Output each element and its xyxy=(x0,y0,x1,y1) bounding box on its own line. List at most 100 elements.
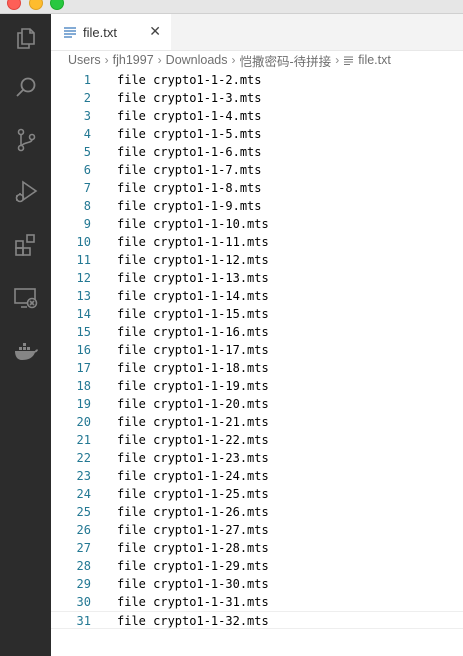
code-line[interactable]: 30 file crypto1-1-31.mts xyxy=(51,593,463,611)
code-line[interactable]: 15 file crypto1-1-16.mts xyxy=(51,323,463,341)
code-editor[interactable]: 1 file crypto1-1-2.mts 2 file crypto1-1-3.m… xyxy=(51,70,463,656)
line-text[interactable]: file crypto1-1-10.mts xyxy=(117,215,269,233)
line-number: 6 xyxy=(83,163,91,177)
line-number: 17 xyxy=(76,361,91,375)
line-text[interactable]: file crypto1-1-31.mts xyxy=(117,593,269,611)
breadcrumb-item-folder[interactable]: 恺撒密码-待拼接 xyxy=(240,51,332,70)
breadcrumb-item-users[interactable]: Users xyxy=(68,53,101,67)
line-number: 19 xyxy=(76,397,91,411)
code-line[interactable]: 16 file crypto1-1-17.mts xyxy=(51,341,463,359)
code-line[interactable]: 12 file crypto1-1-13.mts xyxy=(51,269,463,287)
tab-label: file.txt xyxy=(83,24,117,40)
line-text[interactable]: file crypto1-1-24.mts xyxy=(117,467,269,485)
line-text[interactable]: file crypto1-1-4.mts xyxy=(117,107,262,125)
line-text[interactable]: file crypto1-1-12.mts xyxy=(117,251,269,269)
code-line[interactable]: 29 file crypto1-1-30.mts xyxy=(51,575,463,593)
line-text[interactable]: file crypto1-1-30.mts xyxy=(117,575,269,593)
line-text[interactable]: file crypto1-1-7.mts xyxy=(117,161,262,179)
code-line[interactable]: 27 file crypto1-1-28.mts xyxy=(51,539,463,557)
window-minimize-button[interactable] xyxy=(29,0,43,10)
line-number: 11 xyxy=(76,253,91,267)
line-number: 28 xyxy=(76,559,91,573)
code-line[interactable]: 3 file crypto1-1-4.mts xyxy=(51,107,463,125)
line-text[interactable]: file crypto1-1-8.mts xyxy=(117,179,262,197)
tab-close-icon[interactable]: ✕ xyxy=(149,24,161,38)
code-line[interactable]: 25 file crypto1-1-26.mts xyxy=(51,503,463,521)
code-line[interactable]: 24 file crypto1-1-25.mts xyxy=(51,485,463,503)
line-number: 29 xyxy=(76,577,91,591)
line-text[interactable]: file crypto1-1-16.mts xyxy=(117,323,269,341)
line-text[interactable]: file crypto1-1-23.mts xyxy=(117,449,269,467)
code-line[interactable]: 5 file crypto1-1-6.mts xyxy=(51,143,463,161)
line-text[interactable]: file crypto1-1-20.mts xyxy=(117,395,269,413)
line-number: 22 xyxy=(76,451,91,465)
breadcrumb-item-user[interactable]: fjh1997 xyxy=(113,53,154,67)
line-number: 8 xyxy=(83,199,91,213)
code-line[interactable]: 4 file crypto1-1-5.mts xyxy=(51,125,463,143)
line-number: 18 xyxy=(76,379,91,393)
code-line[interactable]: 20 file crypto1-1-21.mts xyxy=(51,413,463,431)
line-text[interactable]: file crypto1-1-27.mts xyxy=(117,521,269,539)
breadcrumb-item-file[interactable]: file.txt xyxy=(358,53,391,67)
line-text[interactable]: file crypto1-1-18.mts xyxy=(117,359,269,377)
run-debug-icon[interactable] xyxy=(13,179,39,205)
code-line[interactable]: 28 file crypto1-1-29.mts xyxy=(51,557,463,575)
breadcrumb-item-downloads[interactable]: Downloads xyxy=(166,53,228,67)
window-close-button[interactable] xyxy=(7,0,21,10)
code-line[interactable]: 13 file crypto1-1-14.mts xyxy=(51,287,463,305)
line-text[interactable]: file crypto1-1-32.mts xyxy=(117,612,269,630)
line-text[interactable]: file crypto1-1-21.mts xyxy=(117,413,269,431)
line-text[interactable]: file crypto1-1-28.mts xyxy=(117,539,269,557)
code-line[interactable]: 9 file crypto1-1-10.mts xyxy=(51,215,463,233)
code-line[interactable]: 21 file crypto1-1-22.mts xyxy=(51,431,463,449)
docker-icon[interactable] xyxy=(13,339,39,365)
code-line[interactable]: 17 file crypto1-1-18.mts xyxy=(51,359,463,377)
code-line[interactable]: 31 file crypto1-1-32.mts xyxy=(51,611,463,629)
line-text[interactable]: file crypto1-1-3.mts xyxy=(117,89,262,107)
line-text[interactable]: file crypto1-1-6.mts xyxy=(117,143,262,161)
code-line[interactable]: 1 file crypto1-1-2.mts xyxy=(51,71,463,89)
code-line[interactable]: 2 file crypto1-1-3.mts xyxy=(51,89,463,107)
line-text[interactable]: file crypto1-1-17.mts xyxy=(117,341,269,359)
code-line[interactable]: 8 file crypto1-1-9.mts xyxy=(51,197,463,215)
code-line[interactable]: 22 file crypto1-1-23.mts xyxy=(51,449,463,467)
line-text[interactable]: file crypto1-1-9.mts xyxy=(117,197,262,215)
line-number: 20 xyxy=(76,415,91,429)
line-text[interactable]: file crypto1-1-22.mts xyxy=(117,431,269,449)
code-line[interactable]: 19 file crypto1-1-20.mts xyxy=(51,395,463,413)
code-line[interactable]: 7 file crypto1-1-8.mts xyxy=(51,179,463,197)
tab-file-txt[interactable]: file.txt ✕ xyxy=(51,14,171,50)
line-text[interactable]: file crypto1-1-14.mts xyxy=(117,287,269,305)
line-text[interactable]: file crypto1-1-13.mts xyxy=(117,269,269,287)
code-line[interactable]: 10 file crypto1-1-11.mts xyxy=(51,233,463,251)
line-number: 14 xyxy=(76,307,91,321)
line-text[interactable]: file crypto1-1-2.mts xyxy=(117,71,262,89)
window-maximize-button[interactable] xyxy=(50,0,64,10)
code-line[interactable]: 18 file crypto1-1-19.mts xyxy=(51,377,463,395)
line-text[interactable]: file crypto1-1-25.mts xyxy=(117,485,269,503)
code-line[interactable]: 14 file crypto1-1-15.mts xyxy=(51,305,463,323)
remote-explorer-icon[interactable] xyxy=(13,285,39,311)
line-number: 24 xyxy=(76,487,91,501)
code-line[interactable]: 11 file crypto1-1-12.mts xyxy=(51,251,463,269)
breadcrumb-separator: › xyxy=(231,53,236,67)
line-number: 30 xyxy=(76,595,91,609)
line-text[interactable]: file crypto1-1-26.mts xyxy=(117,503,269,521)
code-line[interactable]: 26 file crypto1-1-27.mts xyxy=(51,521,463,539)
code-line[interactable]: 6 file crypto1-1-7.mts xyxy=(51,161,463,179)
breadcrumb-separator: › xyxy=(157,53,162,67)
line-text[interactable]: file crypto1-1-5.mts xyxy=(117,125,262,143)
line-text[interactable]: file crypto1-1-15.mts xyxy=(117,305,269,323)
code-line[interactable]: 23 file crypto1-1-24.mts xyxy=(51,467,463,485)
extensions-icon[interactable] xyxy=(13,232,39,258)
source-control-icon[interactable] xyxy=(13,127,39,153)
line-text[interactable]: file crypto1-1-11.mts xyxy=(117,233,269,251)
breadcrumb-separator: › xyxy=(335,53,340,67)
line-number: 2 xyxy=(83,91,91,105)
explorer-icon[interactable] xyxy=(13,24,39,50)
search-icon[interactable] xyxy=(13,75,39,101)
line-number: 27 xyxy=(76,541,91,555)
line-text[interactable]: file crypto1-1-19.mts xyxy=(117,377,269,395)
line-number: 1 xyxy=(83,73,91,87)
line-text[interactable]: file crypto1-1-29.mts xyxy=(117,557,269,575)
